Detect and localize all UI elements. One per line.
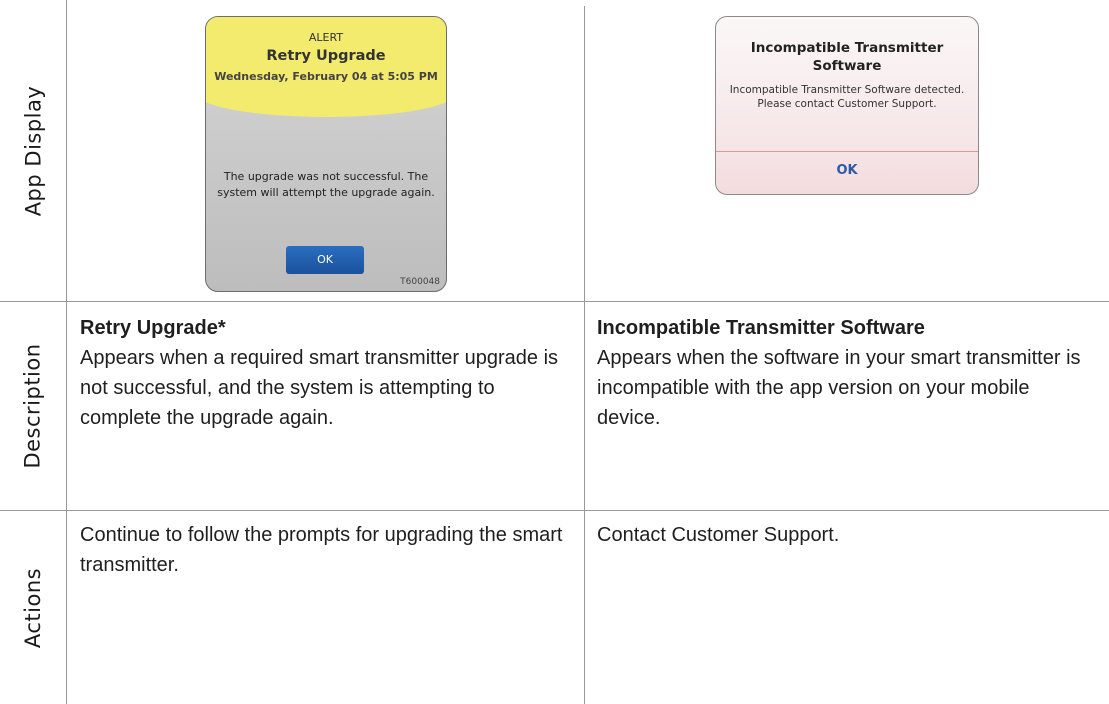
image-id-label: T600048 bbox=[400, 277, 440, 287]
description-right-title: Incompatible Transmitter Software bbox=[597, 317, 925, 339]
description-left-text: Appears when a required smart transmitte… bbox=[80, 347, 559, 429]
actions-right-text: Contact Customer Support. bbox=[597, 524, 840, 546]
dialog-title: Incompatible Transmitter Software bbox=[750, 40, 944, 74]
dialog-separator bbox=[716, 151, 978, 152]
row-label-actions: Actions bbox=[0, 511, 66, 704]
row-label-description-text: Description bbox=[21, 343, 46, 469]
row-label-app-display: App Display bbox=[0, 0, 66, 301]
dialog-message: Incompatible Transmitter Software detect… bbox=[729, 84, 965, 110]
actions-left: Continue to follow the prompts for upgra… bbox=[80, 520, 575, 580]
incompatible-software-dialog: Incompatible Transmitter Software Incomp… bbox=[715, 16, 979, 195]
actions-left-text: Continue to follow the prompts for upgra… bbox=[80, 524, 563, 576]
description-right: Incompatible Transmitter Software Appear… bbox=[597, 313, 1097, 433]
alert-title: Retry Upgrade bbox=[266, 48, 386, 64]
description-left-title: Retry Upgrade* bbox=[80, 317, 226, 339]
retry-upgrade-screen: ALERT Retry Upgrade Wednesday, February … bbox=[205, 16, 447, 292]
actions-right: Contact Customer Support. bbox=[597, 520, 1097, 550]
row-label-actions-text: Actions bbox=[21, 567, 45, 648]
ok-button[interactable]: OK bbox=[286, 246, 364, 274]
description-left: Retry Upgrade* Appears when a required s… bbox=[80, 313, 575, 433]
column-divider-middle bbox=[584, 6, 585, 704]
row-divider-2 bbox=[0, 510, 1109, 511]
row-divider-1 bbox=[0, 301, 1109, 302]
dialog-ok-button[interactable]: OK bbox=[716, 163, 978, 178]
row-label-app-display-text: App Display bbox=[21, 85, 46, 216]
column-divider-left bbox=[66, 0, 67, 704]
description-right-text: Appears when the software in your smart … bbox=[597, 347, 1081, 429]
alert-date: Wednesday, February 04 at 5:05 PM bbox=[214, 70, 438, 83]
alert-message: The upgrade was not successful. The syst… bbox=[217, 170, 435, 199]
alert-label: ALERT bbox=[308, 31, 344, 44]
row-label-description: Description bbox=[0, 302, 66, 510]
